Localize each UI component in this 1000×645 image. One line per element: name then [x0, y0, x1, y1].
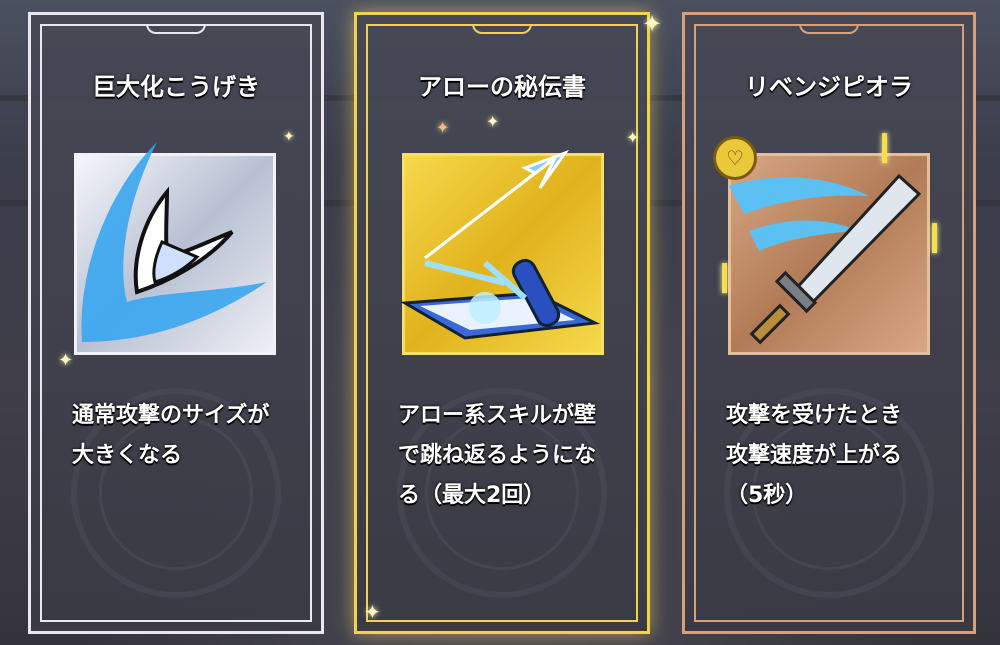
card-description: アロー系スキルが壁 で跳ね返るようにな る（最大2回）	[398, 403, 597, 508]
arrow-scroll-icon	[400, 149, 604, 355]
card-description: 攻撃を受けたとき 攻撃速度が上がる （5秒）	[726, 403, 903, 508]
card-title: アローの秘伝書	[418, 73, 586, 101]
heart-badge-icon: ♡	[713, 136, 757, 180]
card-title: 巨大化こうげき	[92, 73, 260, 101]
sparkle-icon: ✦	[626, 128, 640, 147]
sparkle-icon: ✦	[364, 600, 381, 624]
skill-card-giant-attack[interactable]: 巨大化こうげき 通常攻撃のサイズが 大きくなる ✦ ✦	[28, 12, 324, 634]
skill-card-revenge-piora[interactable]: リベンジピオラ ♡ 攻撃を受けたとき 攻撃速度が上がる （5秒） ❙ ❙ ❙	[682, 12, 976, 634]
sparkle-icon: ✦	[486, 112, 500, 131]
sparkle-icon: ✦	[283, 129, 295, 145]
card-title: リベンジピオラ	[745, 73, 913, 101]
sparkle-icon: ❙	[872, 129, 898, 164]
revenge-sword-icon: ♡	[713, 136, 930, 355]
sparkle-icon: ✦	[436, 118, 450, 137]
sparkle-icon: ❙	[712, 259, 738, 294]
skill-card-arrow-scroll[interactable]: アローの秘伝書 アロー系スキルが壁 で跳ね返るようにな る（最大2回） ✦ ✦ …	[354, 12, 662, 634]
card-description: 通常攻撃のサイズが 大きくなる	[72, 403, 270, 468]
sparkle-icon: ❙	[922, 219, 948, 254]
giant-slash-icon	[74, 142, 276, 355]
sparkle-icon: ✦	[58, 350, 74, 371]
sparkle-icon: ✦	[642, 10, 663, 38]
